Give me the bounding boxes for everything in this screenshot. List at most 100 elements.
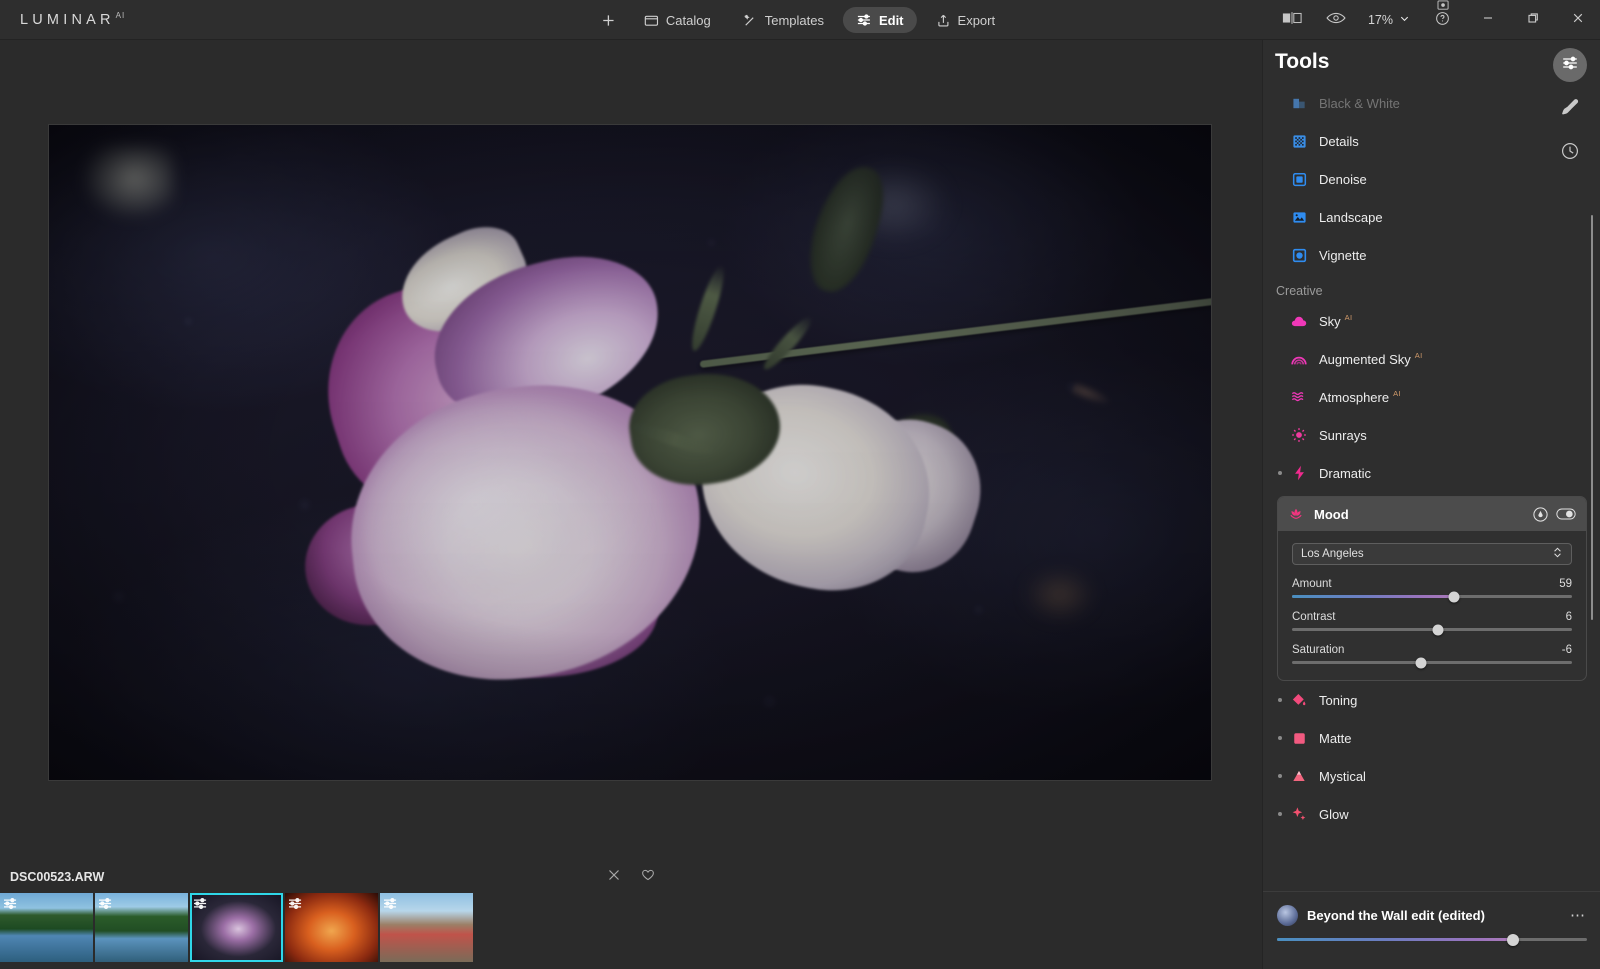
tool-label: Vignette xyxy=(1319,247,1367,263)
template-thumbnail-avatar xyxy=(1277,905,1298,926)
sliders-icon xyxy=(1561,54,1579,77)
slider-label: Contrast xyxy=(1292,611,1336,623)
tool-row-denoise[interactable]: Denoise xyxy=(1263,160,1600,198)
slider-header: Saturation -6 xyxy=(1292,644,1572,656)
slider-header: Contrast 6 xyxy=(1292,611,1572,623)
restore-icon xyxy=(1527,11,1539,29)
denoise-square-icon xyxy=(1291,171,1307,187)
chevron-down-icon xyxy=(1399,11,1410,29)
creative-tool-group: Sky AI Augmented Sky AI Atmosphere AI Sunra… xyxy=(1263,302,1600,492)
slider-knob[interactable] xyxy=(1448,591,1460,602)
window-controls-group: 17% xyxy=(1270,0,1600,40)
essentials-tool-group: Black & White Details Denoise Landscape Vig… xyxy=(1263,84,1600,274)
sliders-icon xyxy=(856,12,872,28)
canvas-stage xyxy=(0,40,1262,860)
template-strength-knob[interactable] xyxy=(1506,933,1519,946)
window-close-button[interactable] xyxy=(1555,0,1600,40)
mood-panel-body: Los Angeles Amount 59 Contrast 6 Saturat… xyxy=(1278,531,1586,680)
slider-amount: Amount 59 xyxy=(1292,578,1572,602)
mood-tool-panel: Mood Los Angeles Amount 59 Contrast 6 Sa… xyxy=(1277,496,1587,681)
eye-icon xyxy=(1326,11,1346,30)
filmstrip-thumbnails[interactable] xyxy=(0,893,473,962)
more-dots-icon[interactable]: ⋯ xyxy=(1570,908,1587,923)
tool-label: Mystical xyxy=(1319,768,1366,784)
tool-edited-dot xyxy=(1278,471,1282,475)
heart-icon[interactable] xyxy=(641,868,655,887)
tool-edited-dot xyxy=(1278,774,1282,778)
template-row: Beyond the Wall edit (edited) ⋯ xyxy=(1277,905,1587,926)
tool-row-sky[interactable]: Sky AI xyxy=(1263,302,1600,340)
mountain-icon xyxy=(1291,768,1307,784)
nav-catalog[interactable]: Catalog xyxy=(631,8,724,33)
template-name: Beyond the Wall edit (edited) xyxy=(1307,908,1485,923)
tool-edited-dot xyxy=(1278,736,1282,740)
filmstrip-thumbnail-purple-rose[interactable] xyxy=(190,893,283,962)
tool-row-landscape[interactable]: Landscape xyxy=(1263,198,1600,236)
nav-templates[interactable]: Templates xyxy=(730,8,837,33)
masking-icon[interactable] xyxy=(1530,504,1550,524)
slider-track[interactable] xyxy=(1292,657,1572,668)
slider-contrast: Contrast 6 xyxy=(1292,611,1572,635)
tool-label: Atmosphere xyxy=(1319,389,1390,405)
tool-row-augmented-sky[interactable]: Augmented Sky AI xyxy=(1263,340,1600,378)
compare-toggle-button[interactable] xyxy=(1270,0,1314,40)
add-button[interactable] xyxy=(592,8,625,33)
rainbow-icon xyxy=(1291,351,1307,367)
close-icon xyxy=(1572,11,1584,29)
filmstrip-thumbnail-portrait-red-hair[interactable] xyxy=(380,893,473,962)
tool-row-toning[interactable]: Toning xyxy=(1263,681,1600,719)
slider-label: Amount xyxy=(1292,578,1332,590)
preview-eye-button[interactable] xyxy=(1314,0,1358,40)
template-strength-slider[interactable] xyxy=(1277,933,1587,946)
filmstrip-thumbnail-lake-reflection-2[interactable] xyxy=(95,893,188,962)
window-minimize-button[interactable] xyxy=(1465,0,1510,40)
main-nav: Catalog Templates Edit Export xyxy=(592,0,1008,40)
folder-icon xyxy=(644,13,659,28)
slider-track[interactable] xyxy=(1292,591,1572,602)
plus-icon xyxy=(601,13,616,28)
creative-section-header: Creative xyxy=(1276,284,1323,298)
nav-export[interactable]: Export xyxy=(923,8,1009,33)
tool-row-details[interactable]: Details xyxy=(1263,122,1600,160)
slider-track[interactable] xyxy=(1292,624,1572,635)
tool-row-dramatic[interactable]: Dramatic xyxy=(1263,454,1600,492)
tool-row-black-white[interactable]: Black & White xyxy=(1263,84,1600,122)
help-button[interactable] xyxy=(1420,0,1465,40)
slider-knob[interactable] xyxy=(1415,657,1427,668)
slider-fill xyxy=(1292,595,1455,598)
tool-row-mystical[interactable]: Mystical xyxy=(1263,757,1600,795)
tool-label: Sky xyxy=(1319,313,1341,329)
tool-row-vignette[interactable]: Vignette xyxy=(1263,236,1600,274)
tool-row-glow[interactable]: Glow xyxy=(1263,795,1600,833)
adjustments-applied-icon xyxy=(383,897,398,915)
slider-knob[interactable] xyxy=(1432,624,1444,635)
tools-scrollbar-thumb[interactable] xyxy=(1591,215,1593,620)
app-logo: LUMINAR AI xyxy=(20,0,124,40)
sparkle-wand-icon xyxy=(743,13,758,28)
mood-preset-select[interactable]: Los Angeles xyxy=(1292,543,1572,565)
filmstrip-thumbnail-orange-rose[interactable] xyxy=(285,893,378,962)
zoom-level-dropdown[interactable]: 17% xyxy=(1358,11,1420,29)
photo-vignette xyxy=(49,125,1211,780)
tools-scroll-list[interactable]: Black & White Details Denoise Landscape Vig… xyxy=(1263,84,1600,913)
tool-label: Denoise xyxy=(1319,171,1367,187)
page-title: Tools xyxy=(1275,50,1330,73)
mood-panel-title: Mood xyxy=(1314,506,1349,522)
filmstrip-thumbnail-lake-reflection-1[interactable] xyxy=(0,893,93,962)
tool-label: Black & White xyxy=(1319,95,1400,111)
reject-icon[interactable] xyxy=(607,868,621,887)
tools-panel: Tools Black & White Details Denoise Land… xyxy=(1262,40,1600,969)
visibility-toggle-icon[interactable] xyxy=(1556,504,1576,524)
tool-row-atmosphere[interactable]: Atmosphere AI xyxy=(1263,378,1600,416)
tool-row-sunrays[interactable]: Sunrays xyxy=(1263,416,1600,454)
rail-edit-sliders-button[interactable] xyxy=(1553,48,1587,82)
mood-panel-header[interactable]: Mood xyxy=(1278,497,1586,531)
adjustments-applied-icon xyxy=(3,897,18,915)
photo-canvas[interactable] xyxy=(49,125,1211,780)
window-restore-button[interactable] xyxy=(1510,0,1555,40)
tool-row-matte[interactable]: Matte xyxy=(1263,719,1600,757)
tool-edited-dot xyxy=(1278,698,1282,702)
nav-edit[interactable]: Edit xyxy=(842,7,917,33)
slider-header: Amount 59 xyxy=(1292,578,1572,590)
slider-value: -6 xyxy=(1561,644,1572,656)
